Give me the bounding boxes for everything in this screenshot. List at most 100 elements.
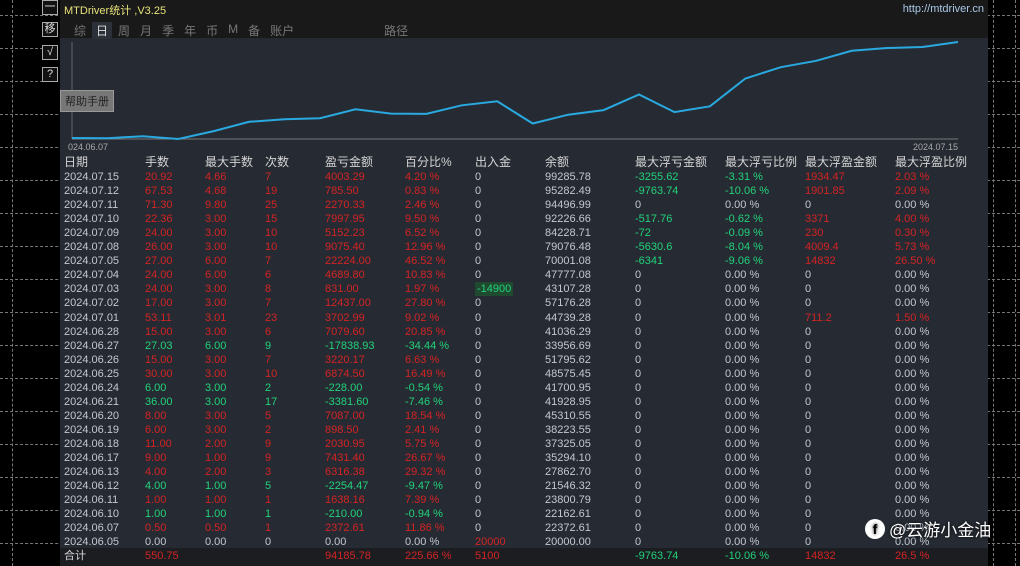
move-button[interactable]: 移	[42, 22, 58, 37]
table-row: 2024.06.27 27.03 6.00 9 -17838.93 -34.44 % 0 33…	[60, 339, 988, 353]
cell-pnl: 6316.38	[325, 466, 365, 479]
tab-2[interactable]: 周	[114, 22, 134, 39]
cell-deposit: 0	[475, 185, 482, 198]
cell-count: 9	[265, 437, 272, 450]
cell-max-lots: 3.00	[205, 423, 227, 436]
help-manual-tooltip[interactable]: 帮助手册	[60, 90, 114, 112]
grid-line	[1015, 0, 1016, 566]
tab-0[interactable]: 综	[70, 22, 90, 39]
cell-date: 2024.06.25	[64, 367, 120, 380]
cell-percent: -0.54 %	[405, 381, 443, 394]
cell-count: 3	[265, 466, 272, 479]
cell-max-float-profit-pct: 1.50 %	[895, 311, 930, 324]
cell-date: 2024.06.17	[64, 452, 120, 464]
table-row: 2024.06.18 11.00 2.00 9 2030.95 5.75 % 0 37325.…	[60, 437, 988, 451]
website-link[interactable]: http://mtdriver.cn	[903, 3, 984, 15]
cell-count: 6	[265, 325, 272, 338]
cell-max-float-profit: 0	[805, 452, 812, 464]
cell-date: 2024.06.07	[64, 522, 120, 535]
cell-max-lots: 最大手数	[205, 155, 254, 169]
cell-deposit: 5100	[475, 550, 500, 562]
cell-max-float-profit: 230	[805, 227, 824, 240]
cell-pnl: 785.50	[325, 185, 359, 198]
cell-lots: 24.00	[145, 283, 173, 296]
table-row: 2024.06.17 9.00 1.00 9 7431.40 26.67 % 0 35294.…	[60, 451, 988, 465]
cell-count: 7	[265, 255, 272, 268]
cell-balance: 27862.70	[545, 466, 591, 479]
cell-max-float-profit-pct: 0.00 %	[895, 480, 930, 493]
tab-10[interactable]: 路径	[380, 22, 412, 39]
cell-max-lots: 3.00	[205, 381, 227, 394]
table-row: 2024.06.26 15.00 3.00 7 3220.17 6.63 % 0 51795.…	[60, 353, 988, 367]
cell-max-lots: 3.00	[205, 241, 227, 254]
help-button[interactable]: ?	[42, 67, 58, 82]
table-row: 2024.07.05 27.00 6.00 7 22224.00 46.52 % 0 7000…	[60, 254, 988, 268]
cell-max-float-loss-pct: -0.62 %	[725, 213, 763, 226]
cell-max-float-profit-pct: 5.73 %	[895, 241, 930, 254]
cell-percent: 6.63 %	[405, 353, 440, 366]
cell-deposit: 0	[475, 395, 482, 408]
cell-date: 2024.06.24	[64, 381, 120, 394]
cell-percent: -34.44 %	[405, 339, 450, 352]
cell-percent: 225.66 %	[405, 550, 452, 562]
cell-max-float-profit-pct: 0.00 %	[895, 353, 930, 366]
cell-max-float-profit-pct: 0.00 %	[895, 437, 930, 450]
cell-percent: -7.46 %	[405, 395, 443, 408]
cell-pnl: 12437.00	[325, 297, 371, 310]
minimize-button[interactable]: 一	[42, 0, 58, 15]
tab-9[interactable]: 账户	[266, 22, 298, 39]
cell-max-lots: 3.00	[205, 367, 227, 380]
cell-max-float-profit-pct: 0.00 %	[895, 367, 930, 380]
table-row: 2024.07.08 26.00 3.00 10 9075.40 12.96 % 0 7907…	[60, 240, 988, 254]
table-row: 2024.07.03 24.00 3.00 8 831.00 1.97 % -14900 43…	[60, 282, 988, 297]
cell-lots: 36.00	[145, 395, 173, 408]
cell-percent: 5.75 %	[405, 437, 440, 450]
cell-deposit: 0	[475, 508, 482, 521]
cell-max-float-loss: -6341	[635, 255, 664, 268]
cell-date: 2024.06.18	[64, 437, 120, 450]
cell-pnl: 7087.00	[325, 409, 365, 422]
cell-percent: 1.97 %	[405, 283, 440, 296]
cell-balance: 92226.66	[545, 213, 591, 226]
tab-3[interactable]: 月	[136, 22, 156, 39]
cell-date: 2024.07.09	[64, 227, 120, 240]
cell-max-float-loss: -517.76	[635, 213, 673, 226]
tab-5[interactable]: 年	[180, 22, 200, 39]
cell-count: 15	[265, 213, 278, 226]
cell-max-float-profit: 0	[805, 353, 812, 366]
cell-lots: 22.36	[145, 213, 173, 226]
cell-max-float-profit: 0	[805, 536, 812, 549]
cell-max-float-loss: 最大浮亏金额	[635, 155, 708, 169]
cell-deposit: 0	[475, 367, 482, 380]
cell-lots: 27.03	[145, 339, 173, 352]
cell-count: 7	[265, 297, 272, 310]
cell-balance: 41700.95	[545, 381, 591, 394]
check-button[interactable]: √	[42, 45, 58, 60]
cell-count: 7	[265, 171, 272, 183]
cell-balance: 23800.79	[545, 494, 591, 507]
cell-max-lots: 9.80	[205, 199, 227, 212]
cell-pnl: 7997.95	[325, 213, 365, 226]
cell-balance: 33956.69	[545, 339, 591, 352]
cell-deposit: 0	[475, 199, 482, 212]
cell-balance: 37325.05	[545, 437, 591, 450]
cell-balance: 47777.08	[545, 269, 591, 282]
cell-count: 2	[265, 381, 272, 394]
cell-max-float-profit: 14832	[805, 550, 836, 562]
cell-percent: 26.67 %	[405, 452, 446, 464]
cell-date: 2024.06.21	[64, 395, 120, 408]
cell-lots: 15.00	[145, 353, 173, 366]
cell-max-float-loss-pct: 0.00 %	[725, 199, 760, 212]
cell-count: 1	[265, 508, 272, 521]
tab-8[interactable]: 备	[244, 22, 264, 39]
tab-7[interactable]: M	[224, 22, 242, 39]
tab-6[interactable]: 币	[202, 22, 222, 39]
cell-max-lots: 3.00	[205, 395, 227, 408]
cell-deposit: 0	[475, 255, 482, 268]
tab-4[interactable]: 季	[158, 22, 178, 39]
cell-max-float-loss: 0	[635, 325, 642, 338]
cell-max-float-profit-pct: 26.50 %	[895, 255, 936, 268]
tab-1[interactable]: 日	[92, 22, 113, 39]
cell-max-float-profit-pct: 最大浮盈比例	[895, 155, 968, 169]
cell-balance: 41036.29	[545, 325, 591, 338]
